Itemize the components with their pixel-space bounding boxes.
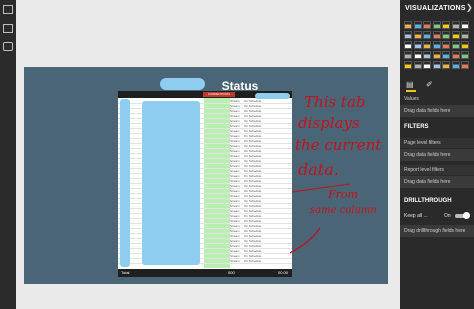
visual-type-icon[interactable] [442,51,450,59]
chevron-right-icon[interactable]: ❯ [466,3,473,12]
total-mid: 000 [228,270,235,275]
report-filters-label: Report level filters [400,165,474,175]
visual-type-icon[interactable] [461,41,469,49]
fields-tool-icon[interactable]: ▤ [406,80,414,89]
visual-type-icon[interactable] [461,61,469,69]
annotation-line-6: same column [310,205,377,216]
data-view-icon[interactable] [3,24,13,33]
drillthrough-drop-zone[interactable]: Drag drillthrough fields here [400,225,474,237]
annotation-line-2: displays [298,114,360,132]
model-view-icon[interactable] [3,42,13,51]
visual-type-icon[interactable] [442,21,450,29]
row-status-cell: On Schedule [244,259,262,263]
page-filters-drop-zone[interactable]: Drag data fields here [400,149,474,161]
row-stream-cell: Stream [230,259,240,263]
visual-type-icon[interactable] [461,21,469,29]
drillthrough-header: DRILLTHROUGH [404,198,452,204]
visual-type-icon[interactable] [451,31,460,39]
visual-type-icon[interactable] [404,51,412,59]
arrow-annotation [290,227,321,254]
handwritten-annotation: This tab displays the current data. From… [290,88,400,298]
total-label: Total [121,270,130,275]
keep-all-filters-toggle[interactable] [455,212,470,219]
visual-type-icon[interactable] [442,61,450,69]
visual-type-icon[interactable] [413,21,422,29]
visual-type-icon[interactable] [423,51,431,59]
redacted-area [142,101,200,265]
visual-type-icon[interactable] [413,41,422,49]
redacted-area [255,93,290,99]
visual-type-icon[interactable] [451,61,460,69]
redacted-area [120,99,130,267]
visual-type-icon[interactable] [461,51,469,59]
visual-type-icon[interactable] [423,21,431,29]
visualizations-pane: VISUALIZATIONS ❯ ▤ ✐ Values Drag data fi… [400,0,474,309]
values-drop-zone[interactable]: Drag data fields here [400,105,474,117]
visual-type-icon[interactable] [442,41,450,49]
toggle-knob[interactable] [463,212,470,219]
visual-type-icon[interactable] [432,41,441,49]
format-paint-icon[interactable]: ✐ [426,80,433,89]
left-nav [0,0,16,309]
status-table[interactable]: CURRENTDATA Stream On Schedule Stream On Sc… [118,91,292,277]
visual-type-icon[interactable] [404,41,412,49]
visual-type-icon[interactable] [413,31,422,39]
values-label: Values [400,95,474,104]
visual-type-icon[interactable] [423,31,431,39]
visual-type-icon[interactable] [432,31,441,39]
table-total-row: Total 000 00.00 [118,269,292,277]
total-right: 00.00 [278,270,289,275]
annotation-line-1: This tab [304,93,366,111]
visual-type-icon[interactable] [404,61,412,69]
visual-type-icon[interactable] [451,51,460,59]
visual-type-icon[interactable] [461,31,469,39]
filters-header: FILTERS [404,124,429,130]
visual-type-icon[interactable] [423,61,431,69]
visual-type-icon[interactable] [442,31,450,39]
visual-type-icon[interactable] [413,61,422,69]
report-view-icon[interactable] [3,5,13,14]
redacted-area [160,78,205,90]
visual-type-icon[interactable] [432,21,441,29]
annotation-line-3: the current [295,136,382,154]
annotation-line-5: From [328,188,358,201]
pane-title: VISUALIZATIONS [405,5,466,12]
page-filters-label: Page level filters [400,138,474,148]
active-tool-indicator [406,90,416,92]
visual-type-icon[interactable] [404,31,412,39]
visual-type-icon[interactable] [451,41,460,49]
visual-type-icon[interactable] [404,21,412,29]
visual-type-icon[interactable] [451,21,460,29]
visual-type-icon[interactable] [432,51,441,59]
keep-all-filters-label: Keep all ... [404,213,428,219]
visual-type-icon[interactable] [413,51,422,59]
visual-type-icon[interactable] [423,41,431,49]
visual-type-icon[interactable] [432,61,441,69]
annotation-line-4: data. [298,160,339,179]
current-data-column-header[interactable]: CURRENTDATA [203,92,235,97]
report-filters-drop-zone[interactable]: Drag data fields here [400,176,474,188]
keep-all-state: On [444,213,451,219]
